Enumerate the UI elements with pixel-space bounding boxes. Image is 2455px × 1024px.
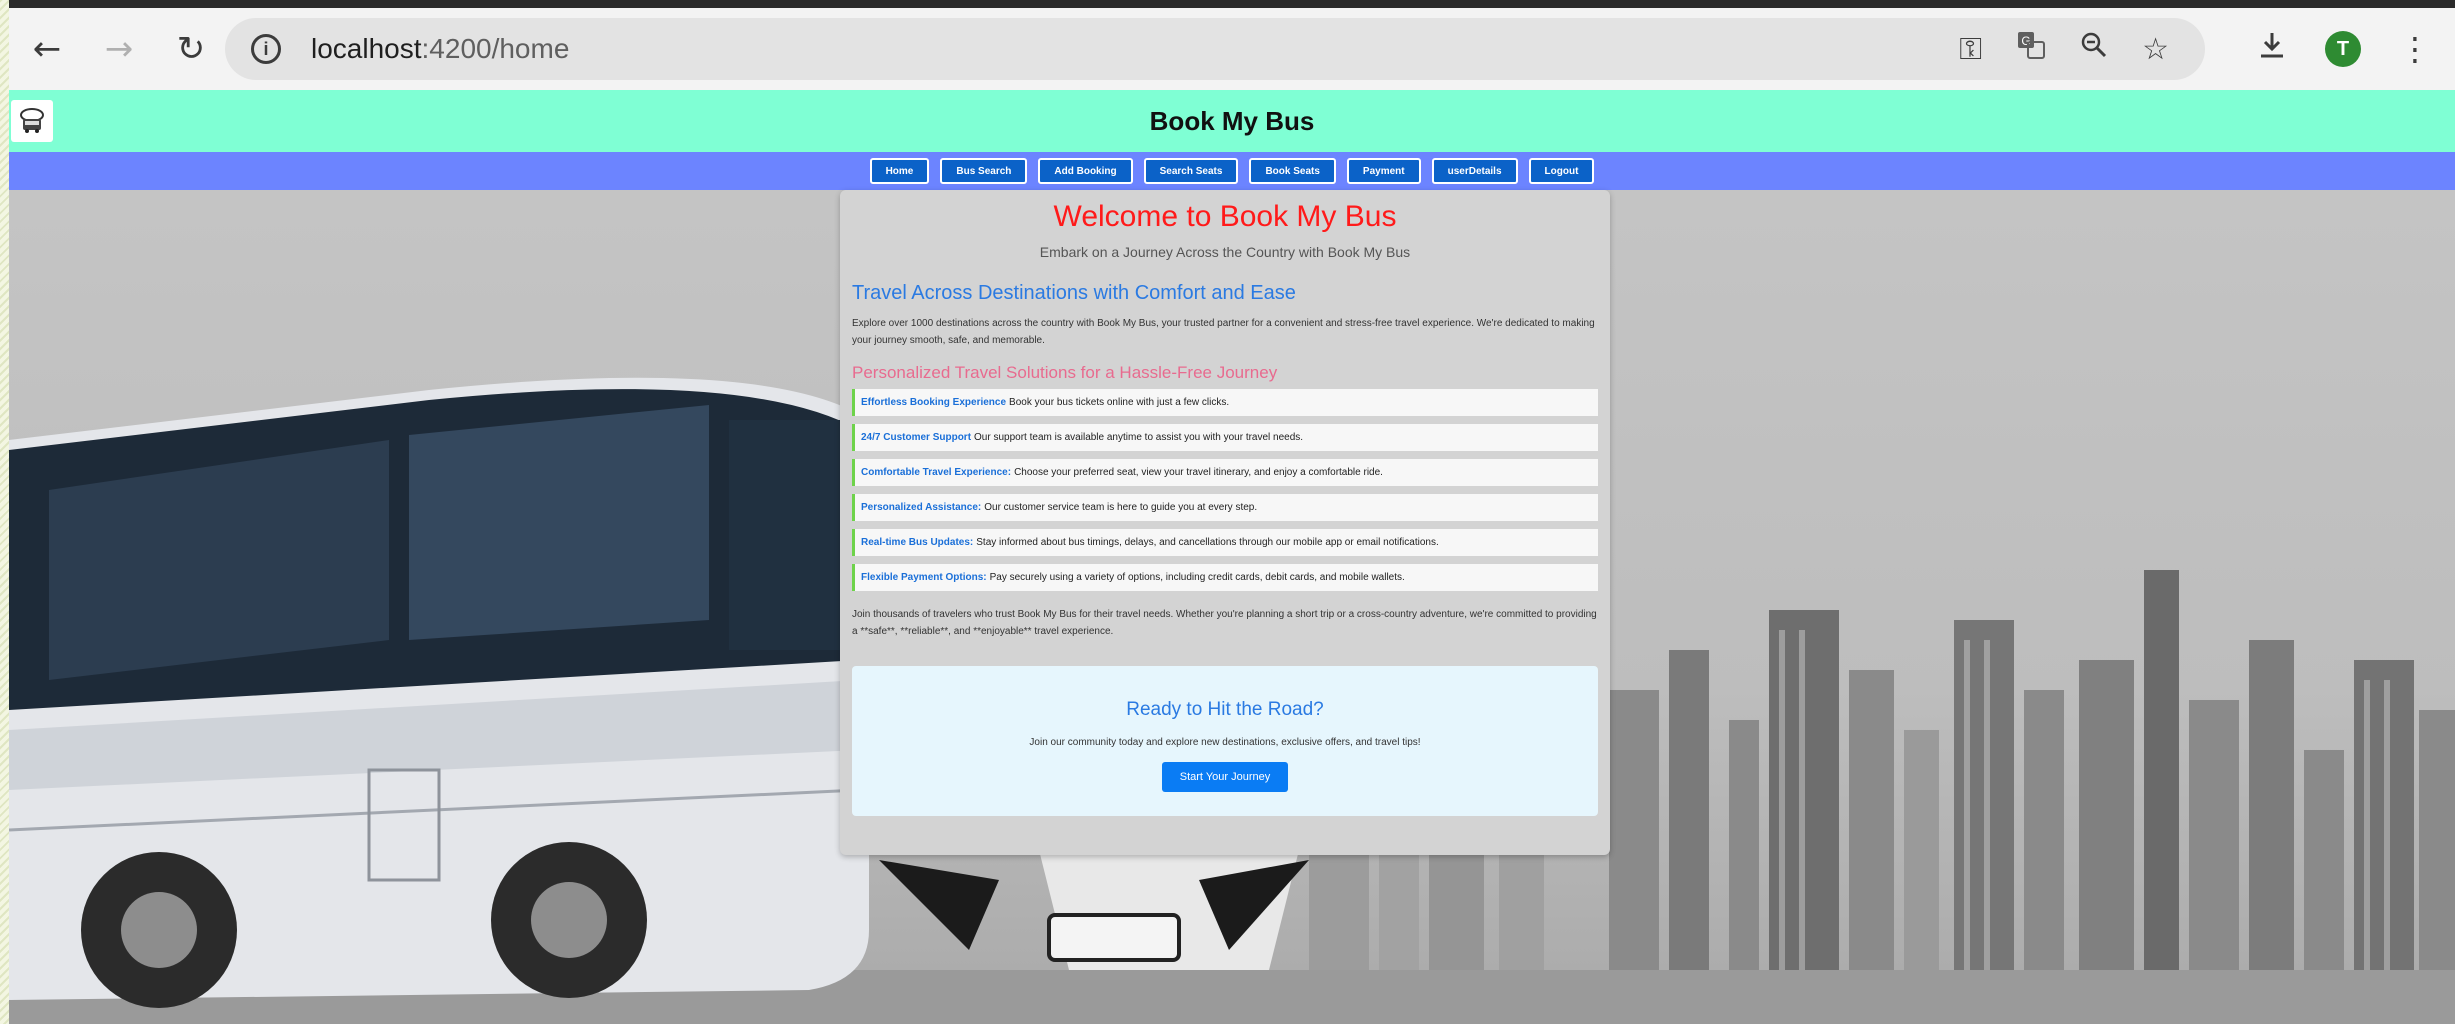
feature-item: 24/7 Customer Support Our support team is… xyxy=(852,424,1598,451)
nav-payment[interactable]: Payment xyxy=(1346,158,1421,184)
cta-panel: Ready to Hit the Road? Join our communit… xyxy=(852,666,1598,816)
browser-right-tools: T ⋮ xyxy=(2257,8,2455,90)
translate-icon[interactable]: G xyxy=(2016,30,2046,68)
download-icon[interactable] xyxy=(2257,30,2287,68)
tagline: Embark on a Journey Across the Country w… xyxy=(1039,244,1411,260)
section-text-travel: Explore over 1000 destinations across th… xyxy=(852,318,1595,346)
feature-text: Pay securely using a variety of options,… xyxy=(989,572,1405,583)
nav-book-seats[interactable]: Book Seats xyxy=(1249,158,1336,184)
closing-text: Join thousands of travelers who trust Bo… xyxy=(852,609,1597,637)
site-title: Book My Bus xyxy=(1149,105,1315,136)
feature-text: Stay informed about bus timings, delays,… xyxy=(976,537,1439,548)
welcome-heading: Welcome to Book My Bus xyxy=(1053,200,1397,233)
home-content-card: Welcome to Book My Bus Embark on a Journ… xyxy=(840,190,1610,855)
zoom-icon[interactable] xyxy=(2080,31,2108,67)
site-header: Book My Bus xyxy=(9,90,2455,152)
feature-title: Effortless Booking Experience xyxy=(861,397,1007,408)
feature-list: Effortless Booking Experience Book your b… xyxy=(852,389,1598,591)
profile-avatar[interactable]: T xyxy=(2325,31,2361,67)
feature-title: Comfortable Travel Experience: xyxy=(861,467,1012,478)
feature-text: Choose your preferred seat, view your tr… xyxy=(1014,467,1383,478)
feature-title: Flexible Payment Options: xyxy=(861,572,987,583)
back-arrow-icon[interactable]: ← xyxy=(19,21,75,77)
kebab-menu-icon[interactable]: ⋮ xyxy=(2399,30,2431,68)
nav-add-booking[interactable]: Add Booking xyxy=(1038,158,1133,184)
browser-toolbar: ← → ↻ i localhost:4200/home ⚿ G ☆ T ⋮ xyxy=(9,8,2455,90)
feature-item: Personalized Assistance: Our customer ser… xyxy=(852,494,1598,521)
svg-text:G: G xyxy=(2021,34,2030,48)
star-icon[interactable]: ☆ xyxy=(2142,32,2169,67)
feature-text: Our support team is available anytime to… xyxy=(974,432,1304,443)
bus-logo-icon[interactable] xyxy=(11,100,53,142)
forward-arrow-icon[interactable]: → xyxy=(91,21,147,77)
section-heading-solutions: Personalized Travel Solutions for a Hass… xyxy=(852,363,1278,382)
feature-item: Real-time Bus Updates: Stay informed abou… xyxy=(852,529,1598,556)
url-path: :4200/home xyxy=(421,33,570,64)
feature-title: 24/7 Customer Support xyxy=(861,432,972,443)
feature-title: Personalized Assistance: xyxy=(861,502,982,513)
feature-text: Book your bus tickets online with just a… xyxy=(1009,397,1230,408)
feature-text: Our customer service team is here to gui… xyxy=(984,502,1258,513)
nav-home[interactable]: Home xyxy=(869,158,930,184)
nav-user-details[interactable]: userDetails xyxy=(1431,158,1518,184)
feature-item: Comfortable Travel Experience: Choose you… xyxy=(852,459,1598,486)
cta-text: Join our community today and explore new… xyxy=(1029,737,1421,748)
info-icon[interactable]: i xyxy=(251,34,281,64)
nav-search-seats[interactable]: Search Seats xyxy=(1143,158,1239,184)
url-host: localhost xyxy=(311,33,422,64)
reload-icon[interactable]: ↻ xyxy=(163,21,219,77)
feature-item: Effortless Booking Experience Book your b… xyxy=(852,389,1598,416)
feature-title: Real-time Bus Updates: xyxy=(861,537,974,548)
section-heading-travel: Travel Across Destinations with Comfort … xyxy=(852,282,1296,304)
window-top-edge xyxy=(0,0,2455,8)
address-bar[interactable]: i localhost:4200/home ⚿ G ☆ xyxy=(225,18,2205,80)
feature-item: Flexible Payment Options: Pay securely us… xyxy=(852,564,1598,591)
url-text[interactable]: localhost:4200/home xyxy=(311,33,569,65)
nav-logout[interactable]: Logout xyxy=(1528,158,1595,184)
omnibox-actions: ⚿ G ☆ xyxy=(1959,18,2169,80)
desktop-side-strip xyxy=(0,0,9,1024)
key-icon[interactable]: ⚿ xyxy=(1959,32,1982,67)
site-nav: Home Bus Search Add Booking Search Seats… xyxy=(9,152,2455,190)
start-journey-button[interactable]: Start Your Journey xyxy=(1161,762,1289,792)
cta-heading: Ready to Hit the Road? xyxy=(1126,699,1324,720)
nav-bus-search[interactable]: Bus Search xyxy=(940,158,1028,184)
